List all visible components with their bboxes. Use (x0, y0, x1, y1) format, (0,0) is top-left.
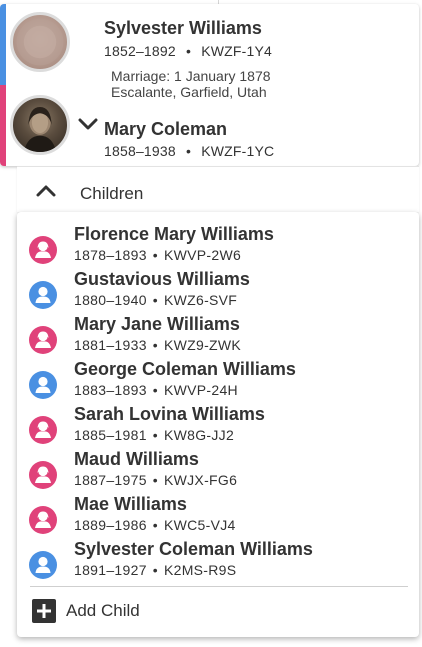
child-years: 1880–1940 (74, 292, 147, 308)
marriage-place: Escalante, Garfield, Utah (111, 84, 267, 100)
child-years: 1889–1986 (74, 517, 147, 533)
child-meta: 1885–1981 • KW8G-JJ2 (74, 427, 234, 443)
child-row[interactable]: Florence Mary Williams 1878–1893 • KWVP-2W6 (17, 224, 419, 269)
child-name[interactable]: Maud Williams (74, 449, 199, 470)
couple-card: Sylvester Williams 1852–1892 • KWZF-1Y4 … (0, 4, 419, 166)
wife-years: 1858–1938 (104, 143, 176, 159)
children-label: Children (80, 184, 144, 203)
child-name[interactable]: George Coleman Williams (74, 359, 296, 380)
husband-portrait-image (16, 18, 64, 66)
female-person-icon (29, 416, 57, 444)
child-meta: 1887–1975 • KWJX-FG6 (74, 472, 237, 488)
male-person-icon (29, 551, 57, 579)
male-person-icon (29, 371, 57, 399)
child-pid: KWVP-2W6 (163, 247, 242, 263)
child-row[interactable]: Sylvester Coleman Williams 1891–1927 • K2MS… (17, 539, 419, 584)
child-name[interactable]: Mary Jane Williams (74, 314, 240, 335)
wife-pid: KWZF-1YC (201, 143, 275, 159)
child-row[interactable]: Gustavious Williams 1880–1940 • KWZ6-SVF (17, 269, 419, 314)
husband-name[interactable]: Sylvester Williams (104, 18, 262, 39)
husband-portrait[interactable] (10, 12, 70, 72)
wife-name[interactable]: Mary Coleman (104, 119, 227, 140)
separator-dot: • (152, 382, 158, 398)
child-years: 1891–1927 (74, 562, 147, 578)
separator-dot: • (185, 43, 192, 59)
female-person-icon (29, 326, 57, 354)
child-meta: 1883–1893 • KWVP-24H (74, 382, 238, 398)
husband-gender-stripe (0, 4, 6, 85)
marriage-info: Marriage: 1 January 1878 Escalante, Garf… (111, 68, 271, 100)
female-person-icon (29, 506, 57, 534)
female-person-icon (29, 461, 57, 489)
chevron-down-icon[interactable] (77, 115, 99, 133)
child-row[interactable]: Mae Williams 1889–1986 • KWC5-VJ4 (17, 494, 419, 539)
child-name[interactable]: Sarah Lovina Williams (74, 404, 265, 425)
child-pid: KWVP-24H (163, 382, 238, 398)
separator-dot: • (152, 247, 158, 263)
add-child-label: Add Child (66, 601, 140, 620)
list-divider (30, 586, 408, 587)
child-meta: 1891–1927 • K2MS-R9S (74, 562, 236, 578)
child-years: 1878–1893 (74, 247, 147, 263)
wife-portrait-image (23, 107, 57, 152)
marriage-date: Marriage: 1 January 1878 (111, 68, 271, 84)
child-meta: 1889–1986 • KWC5-VJ4 (74, 517, 236, 533)
husband-years: 1852–1892 (104, 43, 176, 59)
separator-dot: • (152, 562, 158, 578)
plus-icon (32, 599, 56, 623)
separator-dot: • (185, 143, 192, 159)
child-meta: 1880–1940 • KWZ6-SVF (74, 292, 237, 308)
wife-portrait[interactable] (10, 95, 70, 155)
children-list: Florence Mary Williams 1878–1893 • KWVP-2W6… (17, 212, 419, 637)
child-years: 1887–1975 (74, 472, 147, 488)
husband-meta: 1852–1892 • KWZF-1Y4 (104, 43, 272, 59)
child-years: 1883–1893 (74, 382, 147, 398)
child-pid: KWZ6-SVF (163, 292, 238, 308)
child-row[interactable]: George Coleman Williams 1883–1893 • KWVP-24… (17, 359, 419, 404)
male-person-icon (29, 281, 57, 309)
child-name[interactable]: Florence Mary Williams (74, 224, 274, 245)
child-row[interactable]: Mary Jane Williams 1881–1933 • KWZ9-ZWK (17, 314, 419, 359)
child-meta: 1878–1893 • KWVP-2W6 (74, 247, 241, 263)
child-row[interactable]: Sarah Lovina Williams 1885–1981 • KW8G-JJ2 (17, 404, 419, 449)
child-pid: K2MS-R9S (163, 562, 237, 578)
separator-dot: • (152, 427, 158, 443)
child-pid: KWJX-FG6 (163, 472, 238, 488)
female-person-icon (29, 236, 57, 264)
child-row[interactable]: Maud Williams 1887–1975 • KWJX-FG6 (17, 449, 419, 494)
child-name[interactable]: Sylvester Coleman Williams (74, 539, 313, 560)
chevron-up-icon[interactable] (35, 183, 57, 199)
husband-pid: KWZF-1Y4 (201, 43, 273, 59)
separator-dot: • (152, 472, 158, 488)
wife-meta: 1858–1938 • KWZF-1YC (104, 143, 274, 159)
separator-dot: • (152, 337, 158, 353)
add-child-button[interactable]: Add Child (32, 599, 172, 623)
child-pid: KWZ9-ZWK (163, 337, 242, 353)
child-name[interactable]: Mae Williams (74, 494, 187, 515)
separator-dot: • (152, 517, 158, 533)
child-years: 1881–1933 (74, 337, 147, 353)
wife-gender-stripe (0, 85, 6, 166)
child-name[interactable]: Gustavious Williams (74, 269, 250, 290)
child-pid: KWC5-VJ4 (163, 517, 236, 533)
child-meta: 1881–1933 • KWZ9-ZWK (74, 337, 241, 353)
children-toggle[interactable]: Children (17, 166, 419, 212)
child-years: 1885–1981 (74, 427, 147, 443)
separator-dot: • (152, 292, 158, 308)
child-pid: KW8G-JJ2 (163, 427, 235, 443)
